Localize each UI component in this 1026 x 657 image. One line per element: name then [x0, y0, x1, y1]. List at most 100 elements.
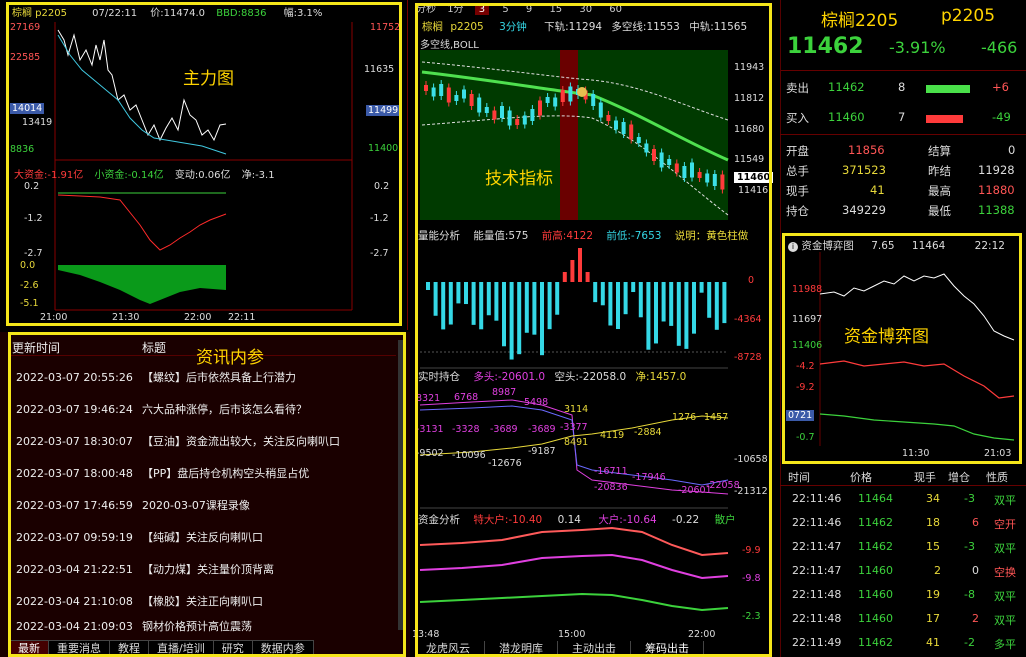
tick-row[interactable]: 22:11:49 11462 41 -2 多平 — [786, 632, 1022, 656]
tab-chouma[interactable]: 筹码出击 — [631, 641, 704, 657]
tab-zhudong[interactable]: 主动出击 — [558, 641, 631, 657]
tick-time: 22:11:46 — [792, 492, 842, 505]
col-title[interactable]: 标题 — [142, 339, 166, 356]
news-time: 2022-03-04 21:22:51 — [16, 563, 133, 576]
oi-label-4: 3114 — [564, 404, 589, 415]
sell-price: 11462 — [828, 80, 865, 94]
tab-qianlong[interactable]: 潜龙明库 — [485, 641, 558, 657]
tab-live[interactable]: 直播/培训 — [149, 641, 214, 657]
energy-low: 前低:-7653 — [606, 230, 662, 242]
stat-value: 371523 — [842, 163, 886, 177]
oi-label-10: -3689 — [528, 424, 556, 435]
news-time: 2022-03-04 21:09:03 — [16, 620, 133, 633]
tick-row[interactable]: 22:11:48 11460 19 -8 双平 — [786, 584, 1022, 608]
energy-bar — [676, 282, 681, 346]
game-red-line — [819, 360, 1015, 399]
news-title: 【纯碱】关注反向喇叭口 — [142, 531, 263, 544]
buy-row[interactable]: 买入 11460 7 -49 — [786, 110, 1022, 130]
tick-type: 空换 — [994, 566, 1016, 579]
oi-label-11: -3377 — [560, 422, 588, 433]
energy-bar — [562, 272, 567, 282]
energy-axis-2: -8728 — [734, 352, 762, 363]
tick-row[interactable]: 22:11:47 11460 2 0 空换 — [786, 560, 1022, 584]
game-axis-1: 11697 — [792, 314, 823, 325]
col-tick-time: 时间 — [788, 471, 810, 484]
game-axis-0: 11988 — [792, 284, 823, 295]
buy-label: 买入 — [786, 111, 809, 125]
sell-vol: 8 — [898, 80, 906, 94]
news-panel[interactable]: 更新时间 标题 资讯内参 2022-03-07 20:55:26 【螺纹】后市依然… — [0, 332, 410, 657]
tick-row[interactable]: 22:11:46 11464 34 -3 双平 — [786, 488, 1022, 512]
energy-bar — [433, 282, 438, 316]
tab-data[interactable]: 数据内参 — [253, 641, 314, 657]
oi-axis-1: -21312 — [734, 486, 768, 497]
stat-key: 最高 — [928, 184, 951, 198]
news-item[interactable]: 2022-03-07 09:59:19 【纯碱】关注反向喇叭口 — [14, 522, 394, 554]
stat-row: 总手 371523 昨结 11928 — [786, 163, 1022, 183]
news-time: 2022-03-07 09:59:19 — [16, 531, 133, 544]
tab-longhu[interactable]: 龙虎风云 — [412, 641, 485, 657]
tick-row[interactable]: 22:11:48 11460 17 2 双平 — [786, 608, 1022, 632]
buy-bar — [926, 115, 963, 123]
news-title: 钢材价格预计高位震荡 — [142, 620, 252, 633]
news-item[interactable]: 2022-03-04 21:10:08 【橡胶】关注正向喇叭口 — [14, 586, 394, 618]
energy-bar — [479, 282, 484, 330]
oi-label-7: -3131 — [416, 424, 444, 435]
col-tick-oi: 增仓 — [948, 471, 970, 484]
time-axis-1: 21:30 — [112, 312, 140, 323]
news-item[interactable]: 2022-03-07 20:55:26 【螺纹】后市依然具备上行潜力 — [14, 362, 394, 394]
oi-label-15: -9502 — [416, 448, 444, 459]
news-title: 六大品种涨停，后市该怎么看待？ — [142, 403, 307, 416]
cash-right-axis-2: -2.7 — [370, 248, 389, 259]
news-item[interactable]: 2022-03-07 18:30:07 【豆油】资金流出较大，关注反向喇叭口 — [14, 426, 394, 458]
news-item[interactable]: 2022-03-07 18:00:48 【PP】盘后持仓机构空头稍显占优 — [14, 458, 394, 490]
tick-row[interactable]: 22:11:47 11462 15 -3 双平 — [786, 536, 1022, 560]
energy-bar — [616, 282, 620, 330]
col-time[interactable]: 更新时间 — [12, 339, 60, 356]
main-chart-panel[interactable]: 棕榈 p2205 07/22:11 价:11474.0 BBD:8836 幅:3… — [0, 0, 408, 330]
tick-oi: 6 — [972, 516, 979, 529]
energy-bar — [426, 282, 430, 290]
fund-axis-1: -9.8 — [742, 573, 761, 584]
left-axis-1: 22585 — [10, 52, 41, 63]
tab-tutorial[interactable]: 教程 — [110, 641, 149, 657]
col-tick-price: 价格 — [850, 471, 872, 484]
news-time: 2022-03-07 18:30:07 — [16, 435, 133, 448]
news-item[interactable]: 2022-03-07 19:46:24 六大品种涨停，后市该怎么看待？ — [14, 394, 394, 426]
news-item[interactable]: 2022-03-04 21:22:51 【动力煤】关注量价顶背离 — [14, 554, 394, 586]
tick-time: 22:11:46 — [792, 516, 842, 529]
energy-bar — [471, 282, 476, 325]
quote-name: 棕榈2205 — [821, 11, 899, 31]
oi-header: 实时持仓 多头:-20601.0 空头:-22058.0 净:1457.0 — [418, 369, 686, 383]
news-item[interactable]: 2022-03-04 21:09:03 钢材价格预计高位震荡 — [14, 618, 394, 636]
oi-label-3: 5498 — [524, 397, 549, 408]
tick-vol: 41 — [926, 636, 940, 649]
tab-latest[interactable]: 最新 — [10, 641, 49, 657]
energy-bar — [570, 260, 575, 282]
tab-important[interactable]: 重要消息 — [49, 641, 110, 657]
stat-key: 昨结 — [928, 164, 951, 178]
stat-row: 开盘 11856 结算 0 — [786, 143, 1022, 163]
cash-left-axis-4: -2.6 — [20, 280, 39, 291]
left-axis-2: 14014 — [10, 103, 45, 114]
game-panel[interactable]: i 资金博弈图 7.65 11464 22:12 11988 11697 114… — [784, 236, 1022, 462]
time-axis-3: 22:11 — [228, 312, 256, 323]
tab-research[interactable]: 研究 — [214, 641, 253, 657]
tick-row[interactable]: 22:11:46 11462 18 6 空开 — [786, 512, 1022, 536]
stat-value: 11856 — [848, 143, 885, 157]
cash-header: 大资金:-1.91亿 小资金:-0.14亿 变动:0.06亿 净:-3.1 — [14, 166, 275, 181]
right-axis-0: 11752 — [370, 22, 401, 33]
tech-panel[interactable]: 分秒 1分 3 5 9 15 30 60 棕榈 p2205 3分钟 下轨:112… — [412, 0, 778, 657]
tick-type: 双平 — [994, 614, 1016, 627]
oi-label-12: 4119 — [600, 430, 625, 441]
tick-vol: 18 — [926, 516, 940, 529]
energy-bar — [631, 282, 636, 293]
news-scrollbar[interactable] — [398, 340, 404, 630]
sell-bar — [926, 85, 970, 93]
sell-row[interactable]: 卖出 11462 8 +6 — [786, 80, 1022, 100]
news-time: 2022-03-07 20:55:26 — [16, 371, 133, 384]
oi-label-13: -2884 — [634, 427, 662, 438]
cash-right-axis-0: 0.2 — [374, 181, 390, 192]
news-item[interactable]: 2022-03-07 17:46:59 2020-03-07课程录像 — [14, 490, 394, 522]
cash-left-axis-2: -2.7 — [24, 248, 43, 259]
